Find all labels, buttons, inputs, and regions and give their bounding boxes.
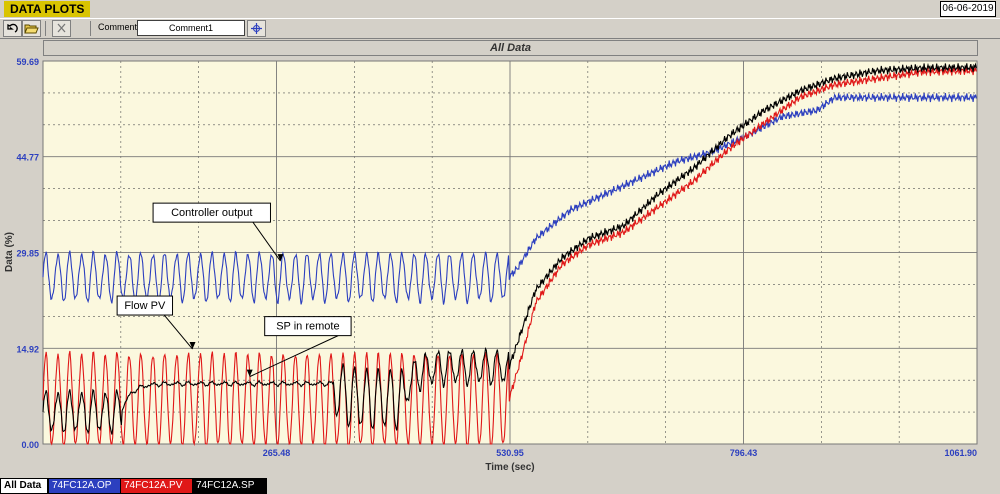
y-tick-label: 14.92 (16, 344, 39, 354)
x-axis-label: Time (sec) (485, 462, 534, 473)
app-title: DATA PLOTS (4, 1, 91, 17)
y-tick-label: 0.00 (21, 440, 39, 450)
y-tick-label: 44.77 (16, 153, 39, 163)
tab-74fc12a-op[interactable]: 74FC12A.OP (48, 478, 123, 494)
annotation-text: Flow PV (124, 300, 166, 312)
y-tick-label: 29.85 (16, 248, 39, 258)
toolbar-separator (45, 21, 46, 36)
undo-icon (7, 23, 18, 33)
undo-button[interactable] (3, 20, 22, 37)
cursor-settings-button[interactable] (247, 20, 266, 37)
chart-title: All Data (43, 40, 978, 56)
comment-input[interactable] (137, 20, 245, 36)
annotation-text: Controller output (171, 207, 252, 219)
toolbar: Comment (0, 18, 1000, 39)
y-axis-label: Data (%) (4, 232, 15, 272)
open-button[interactable] (22, 20, 41, 37)
comment-label: Comment (98, 22, 138, 32)
x-tick-label: 1061.90 (944, 448, 977, 458)
date-display: 06-06-2019 (940, 1, 996, 17)
close-button[interactable] (52, 20, 71, 37)
title-bar: DATA PLOTS 06-06-2019 (0, 0, 1000, 18)
close-icon (57, 23, 66, 33)
tab-all-data[interactable]: All Data (0, 478, 48, 494)
tab-bar: All Data 74FC12A.OP 74FC12A.PV 74FC12A.S… (0, 478, 1000, 494)
y-tick-label: 59.69 (16, 57, 39, 67)
annotation-text: SP in remote (276, 321, 339, 333)
toolbar-separator (90, 21, 91, 36)
chart: Controller output Flow PV SP in remote 0.0… (4, 57, 978, 473)
x-tick-label: 530.95 (496, 448, 524, 458)
cursor-settings-icon (251, 23, 262, 34)
open-folder-icon (24, 24, 39, 34)
x-tick-label: 265.48 (263, 448, 291, 458)
tab-74fc12a-pv[interactable]: 74FC12A.PV (120, 478, 195, 494)
tab-74fc12a-sp[interactable]: 74FC12A.SP (192, 478, 267, 494)
x-tick-label: 796.43 (730, 448, 758, 458)
